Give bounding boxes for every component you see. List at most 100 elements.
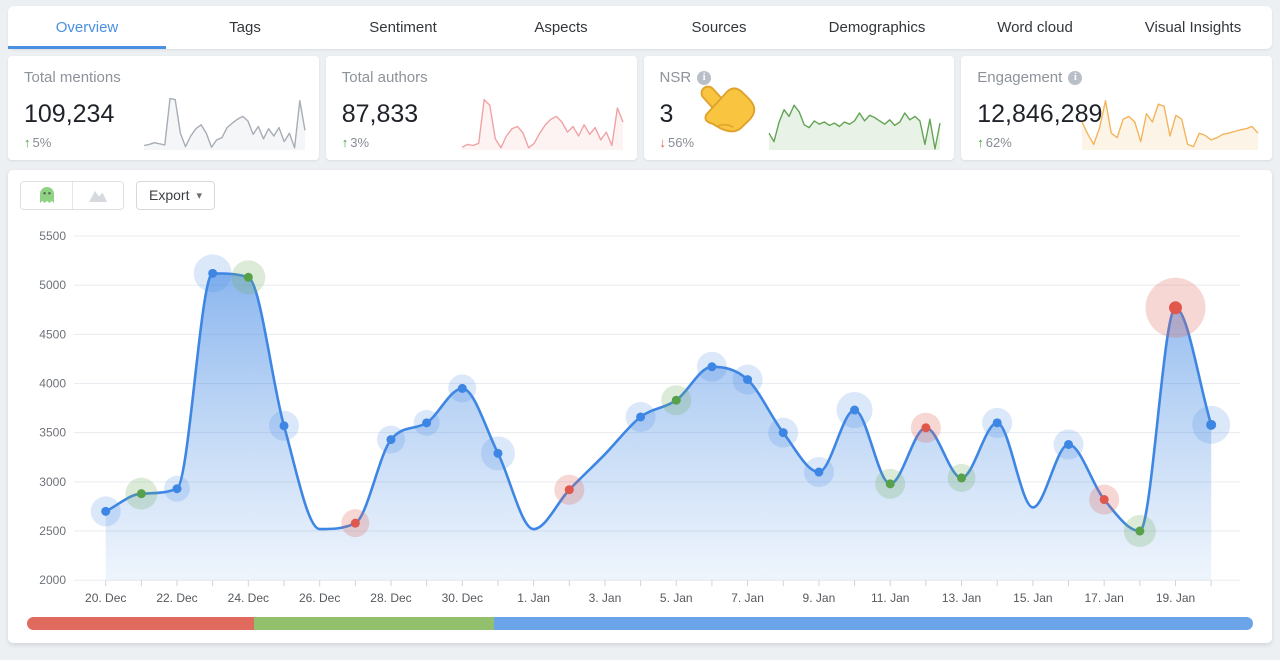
x-axis-tick-label: 20. Dec: [85, 591, 126, 605]
chart-point[interactable]: [886, 479, 895, 488]
x-axis-tick-label: 11. Jan: [871, 591, 909, 605]
total-authors-sparkline: [460, 88, 625, 152]
x-axis-tick-label: 3. Jan: [589, 591, 622, 605]
nsr-sparkline: [767, 88, 942, 152]
tab-visual-insights[interactable]: Visual Insights: [1114, 6, 1272, 49]
x-axis-tick-label: 28. Dec: [370, 591, 411, 605]
x-axis-tick-label: 17. Jan: [1084, 591, 1123, 605]
chart-point[interactable]: [493, 449, 502, 458]
chart-point[interactable]: [1206, 420, 1216, 430]
card-label-text: Engagement: [977, 69, 1062, 86]
card-label-text: NSR: [660, 69, 692, 86]
x-axis-tick-label: 1. Jan: [517, 591, 550, 605]
sentiment-bar-red-segment[interactable]: [27, 617, 254, 630]
chart-point[interactable]: [565, 485, 574, 494]
x-axis-tick-label: 7. Jan: [731, 591, 764, 605]
chart-point[interactable]: [850, 406, 859, 415]
tab-label: Tags: [229, 19, 261, 36]
chart-point[interactable]: [707, 362, 716, 371]
total-mentions-card: Total mentions 109,234 ↑5%: [8, 56, 319, 160]
chart-point[interactable]: [1169, 301, 1182, 314]
kpi-cards-row: Total mentions 109,234 ↑5% Total authors…: [8, 56, 1272, 160]
y-axis-tick-label: 3000: [39, 475, 66, 489]
chart-point[interactable]: [458, 384, 467, 393]
card-label: NSR i: [660, 69, 941, 86]
nsr-card: NSR i 3 ↓56%: [644, 56, 955, 160]
chart-point[interactable]: [921, 423, 930, 432]
delta-value: 56%: [668, 135, 694, 150]
sentiment-summary-bar: [27, 617, 1253, 630]
delta-value: 3%: [350, 135, 369, 150]
x-axis-tick-label: 22. Dec: [156, 591, 197, 605]
delta-value: 5%: [33, 135, 52, 150]
chart-point[interactable]: [672, 396, 681, 405]
x-axis-tick-label: 24. Dec: [228, 591, 269, 605]
x-axis-tick-label: 19. Jan: [1156, 591, 1195, 605]
chart-point[interactable]: [814, 468, 823, 477]
trend-arrow-icon: ↓: [660, 135, 667, 150]
chart-point[interactable]: [993, 418, 1002, 427]
chart-point[interactable]: [386, 435, 395, 444]
chart-point[interactable]: [137, 489, 146, 498]
card-label: Engagement i: [977, 69, 1258, 86]
info-icon[interactable]: i: [697, 71, 711, 85]
chart-point[interactable]: [779, 428, 788, 437]
tab-sentiment[interactable]: Sentiment: [324, 6, 482, 49]
y-axis-tick-label: 2000: [39, 573, 66, 587]
sentiment-bar-blue-segment[interactable]: [494, 617, 1253, 630]
chevron-down-icon: ▾: [196, 189, 202, 202]
trend-arrow-icon: ↑: [24, 135, 31, 150]
chart-point[interactable]: [743, 375, 752, 384]
ghost-icon-toggle-button[interactable]: [21, 182, 72, 209]
chart-type-toggle: [20, 181, 124, 210]
total-authors-card: Total authors 87,833 ↑3%: [326, 56, 637, 160]
tab-label: Word cloud: [997, 19, 1073, 36]
export-button[interactable]: Export ▾: [136, 181, 215, 210]
total-mentions-sparkline: [142, 88, 307, 152]
chart-point[interactable]: [173, 484, 182, 493]
tab-aspects[interactable]: Aspects: [482, 6, 640, 49]
chart-toolbar: Export ▾: [8, 170, 1272, 210]
x-axis-tick-label: 26. Dec: [299, 591, 340, 605]
chart-point[interactable]: [1100, 495, 1109, 504]
engagement-card: Engagement i 12,846,289 ↑62%: [961, 56, 1272, 160]
info-icon[interactable]: i: [1068, 71, 1082, 85]
engagement-sparkline: [1080, 88, 1260, 152]
delta-value: 62%: [986, 135, 1012, 150]
x-axis-tick-label: 9. Jan: [803, 591, 836, 605]
chart-point[interactable]: [957, 473, 966, 482]
chart-point[interactable]: [351, 519, 360, 528]
area-chart-icon: [87, 186, 109, 204]
x-axis-tick-label: 15. Jan: [1013, 591, 1052, 605]
card-label: Total mentions: [24, 69, 305, 86]
chart-point[interactable]: [1135, 527, 1144, 536]
chart-point[interactable]: [422, 418, 431, 427]
chart-point[interactable]: [101, 507, 110, 516]
x-axis-tick-label: 13. Jan: [942, 591, 981, 605]
tab-label: Demographics: [829, 19, 926, 36]
x-axis-tick-label: 5. Jan: [660, 591, 693, 605]
tab-label: Aspects: [534, 19, 587, 36]
chart-point[interactable]: [636, 412, 645, 421]
tab-demographics[interactable]: Demographics: [798, 6, 956, 49]
tab-label: Overview: [56, 19, 119, 36]
tab-word-cloud[interactable]: Word cloud: [956, 6, 1114, 49]
chart-point[interactable]: [208, 269, 217, 278]
mentions-over-time-chart[interactable]: 5500500045004000350030002500200020. Dec2…: [8, 212, 1272, 614]
tab-label: Sources: [691, 19, 746, 36]
export-label: Export: [149, 187, 189, 203]
y-axis-tick-label: 4500: [39, 327, 66, 341]
tab-label: Visual Insights: [1145, 19, 1241, 36]
tab-overview[interactable]: Overview: [8, 6, 166, 49]
chart-point[interactable]: [244, 273, 253, 282]
tab-tags[interactable]: Tags: [166, 6, 324, 49]
y-axis-tick-label: 2500: [39, 524, 66, 538]
chart-point[interactable]: [1064, 440, 1073, 449]
trend-arrow-icon: ↑: [342, 135, 349, 150]
chart-point[interactable]: [280, 421, 289, 430]
mentions-chart-card: Export ▾ 5500500045004000350030002500200…: [8, 170, 1272, 643]
y-axis-tick-label: 4000: [39, 377, 66, 391]
tab-sources[interactable]: Sources: [640, 6, 798, 49]
sentiment-bar-green-segment[interactable]: [254, 617, 494, 630]
area-chart-toggle-button[interactable]: [72, 182, 123, 209]
